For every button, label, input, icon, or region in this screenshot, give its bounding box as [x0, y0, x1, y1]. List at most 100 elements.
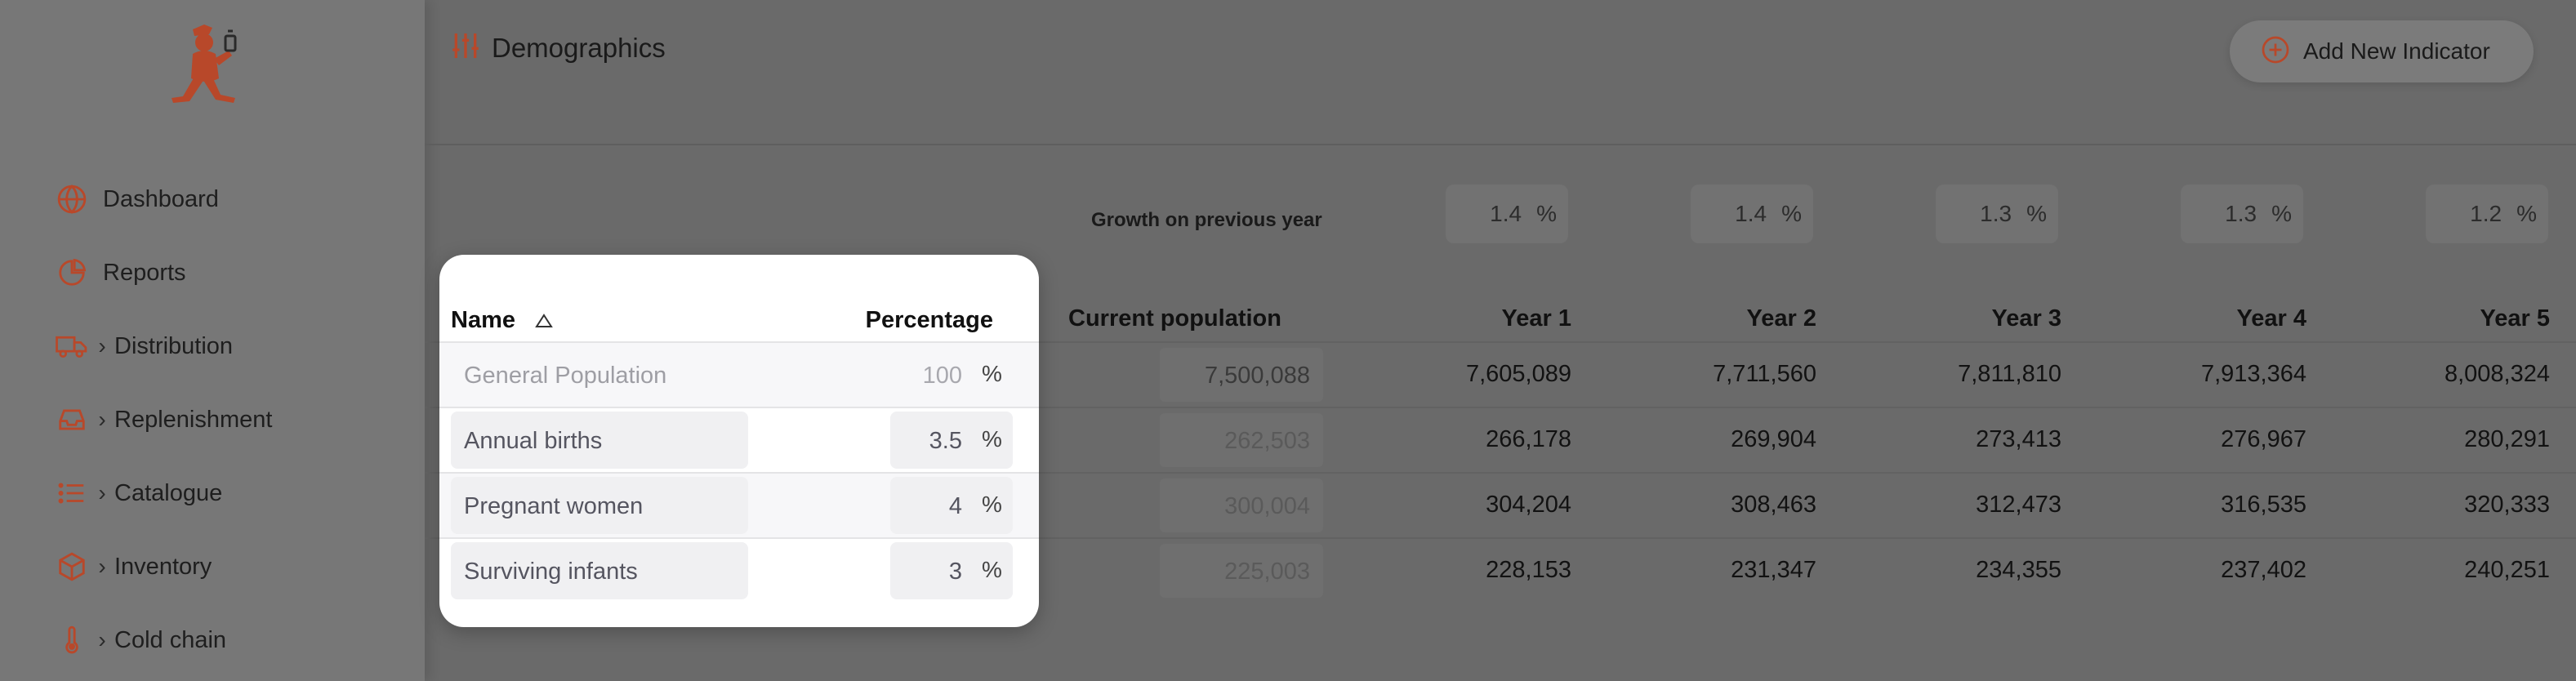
row-percentage-value: 3.5: [929, 428, 962, 454]
percent-unit: %: [2026, 201, 2047, 226]
year-4-value: 316,535: [2221, 492, 2306, 518]
percent-unit: %: [982, 426, 1002, 452]
percent-unit: %: [1781, 201, 1802, 226]
growth-value: 1.4: [1490, 201, 1522, 226]
percent-unit: %: [1536, 201, 1557, 226]
row-name: Surviving infants: [464, 559, 638, 585]
growth-input-year-1[interactable]: 1.4 %: [1446, 185, 1568, 243]
list-icon: [54, 475, 90, 511]
year-5-value: 280,291: [2464, 426, 2550, 452]
percent-unit: %: [982, 492, 1002, 517]
sidebar-item-label: Reports: [103, 259, 186, 286]
sidebar-item-reports[interactable]: Reports: [54, 248, 397, 297]
year-3-value: 7,811,810: [1958, 361, 2061, 387]
column-header-year-3[interactable]: Year 3: [1816, 305, 2061, 332]
year-5-value: 240,251: [2464, 557, 2550, 583]
year-1-value: 266,178: [1486, 426, 1571, 452]
row-name: General Population: [464, 363, 667, 389]
table-row: Surviving infants 3 %: [439, 539, 1039, 604]
growth-value: 1.3: [1980, 201, 2012, 226]
column-header-year-5[interactable]: Year 5: [2305, 305, 2550, 332]
growth-input-year-2[interactable]: 1.4 %: [1691, 185, 1813, 243]
sidebar-item-cold-chain[interactable]: › Cold chain: [54, 616, 397, 665]
column-header-name-label: Name: [451, 307, 515, 333]
chevron-right-icon: ›: [98, 554, 106, 579]
add-new-indicator-label: Add New Indicator: [2303, 38, 2490, 64]
growth-input-year-5[interactable]: 1.2 %: [2426, 185, 2548, 243]
growth-value: 1.3: [2225, 201, 2257, 226]
row-percentage-value: 4: [948, 493, 962, 519]
row-name: Annual births: [464, 428, 603, 454]
table-row: Annual births 3.5 %: [439, 408, 1039, 474]
sidebar-item-label: Dashboard: [103, 185, 219, 212]
year-3-value: 234,355: [1976, 557, 2061, 583]
box-icon: [54, 549, 90, 585]
growth-value: 1.2: [2470, 201, 2502, 226]
growth-label: Growth on previous year: [1091, 209, 1322, 231]
column-header-year-1[interactable]: Year 1: [1326, 305, 1571, 332]
column-header-current-population[interactable]: Current population: [1068, 305, 1281, 332]
page-title-group: Demographics: [449, 29, 666, 66]
year-4-value: 276,967: [2221, 426, 2306, 452]
table-row: Pregnant women 4 %: [439, 474, 1039, 539]
sort-ascending-icon: [535, 313, 553, 328]
current-population-value: 262,503: [1224, 428, 1310, 454]
add-new-indicator-button[interactable]: Add New Indicator: [2230, 20, 2534, 82]
percent-unit: %: [2516, 201, 2537, 226]
sidebar-item-catalogue[interactable]: › Catalogue: [54, 469, 397, 518]
sidebar-item-label: Replenishment: [114, 406, 273, 433]
row-name-input[interactable]: Pregnant women: [451, 477, 748, 534]
page-header: Demographics Add New Indicator: [425, 0, 2576, 145]
column-header-year-4[interactable]: Year 4: [2061, 305, 2306, 332]
sidebar-item-replenishment[interactable]: › Replenishment: [54, 395, 397, 444]
year-4-value: 7,913,364: [2200, 361, 2306, 387]
growth-input-year-4[interactable]: 1.3 %: [2181, 185, 2303, 243]
year-2-value: 308,463: [1731, 492, 1816, 518]
year-2-value: 7,711,560: [1713, 361, 1816, 387]
sidebar-item-inventory[interactable]: › Inventory: [54, 542, 397, 591]
row-name: Pregnant women: [464, 493, 644, 519]
thermometer-icon: [54, 622, 90, 658]
page-title: Demographics: [492, 32, 666, 63]
current-population-value: 225,003: [1224, 559, 1310, 585]
sliders-icon: [449, 29, 482, 66]
year-4-value: 237,402: [2221, 557, 2306, 583]
table-row: General Population 100 %: [439, 343, 1039, 408]
globe-icon: [54, 181, 90, 217]
percent-unit: %: [982, 557, 1002, 582]
growth-input-year-3[interactable]: 1.3 %: [1936, 185, 2058, 243]
chevron-right-icon: ›: [98, 407, 106, 432]
truck-icon: [54, 328, 90, 364]
column-header-year-2[interactable]: Year 2: [1571, 305, 1816, 332]
percent-unit: %: [982, 361, 1002, 386]
sidebar-item-label: Distribution: [114, 332, 234, 359]
chevron-right-icon: ›: [98, 627, 106, 652]
chevron-right-icon: ›: [98, 333, 106, 358]
year-3-value: 273,413: [1976, 426, 2061, 452]
growth-value: 1.4: [1735, 201, 1767, 226]
highlighted-name-percentage-panel: Name Percentage General Population 100 %…: [439, 255, 1039, 627]
year-2-value: 269,904: [1731, 426, 1816, 452]
pie-chart-icon: [54, 255, 90, 291]
column-header-percentage[interactable]: Percentage: [866, 307, 993, 334]
sidebar-item-dashboard[interactable]: Dashboard: [54, 175, 397, 224]
app-logo-icon: [172, 24, 237, 103]
year-1-value: 304,204: [1486, 492, 1571, 518]
year-5-value: 8,008,324: [2444, 361, 2550, 387]
row-percentage-value: 3: [948, 559, 962, 585]
column-header-name[interactable]: Name: [451, 307, 553, 334]
sidebar-item-label: Inventory: [114, 553, 212, 580]
row-name-input[interactable]: Surviving infants: [451, 542, 748, 599]
inbox-tray-icon: [54, 402, 90, 438]
current-population-value: 7,500,088: [1204, 363, 1310, 389]
year-1-value: 228,153: [1486, 557, 1571, 583]
row-name-input[interactable]: Annual births: [451, 412, 748, 469]
plus-circle-icon: [2261, 35, 2290, 69]
year-3-value: 312,473: [1976, 492, 2061, 518]
sidebar-item-distribution[interactable]: › Distribution: [54, 322, 397, 371]
sidebar-item-label: Catalogue: [114, 479, 223, 506]
chevron-right-icon: ›: [98, 480, 106, 505]
row-percentage-value: 100: [922, 363, 962, 389]
sidebar: Dashboard Reports › Distribution › Reple…: [0, 0, 425, 681]
sidebar-item-label: Cold chain: [114, 626, 227, 653]
